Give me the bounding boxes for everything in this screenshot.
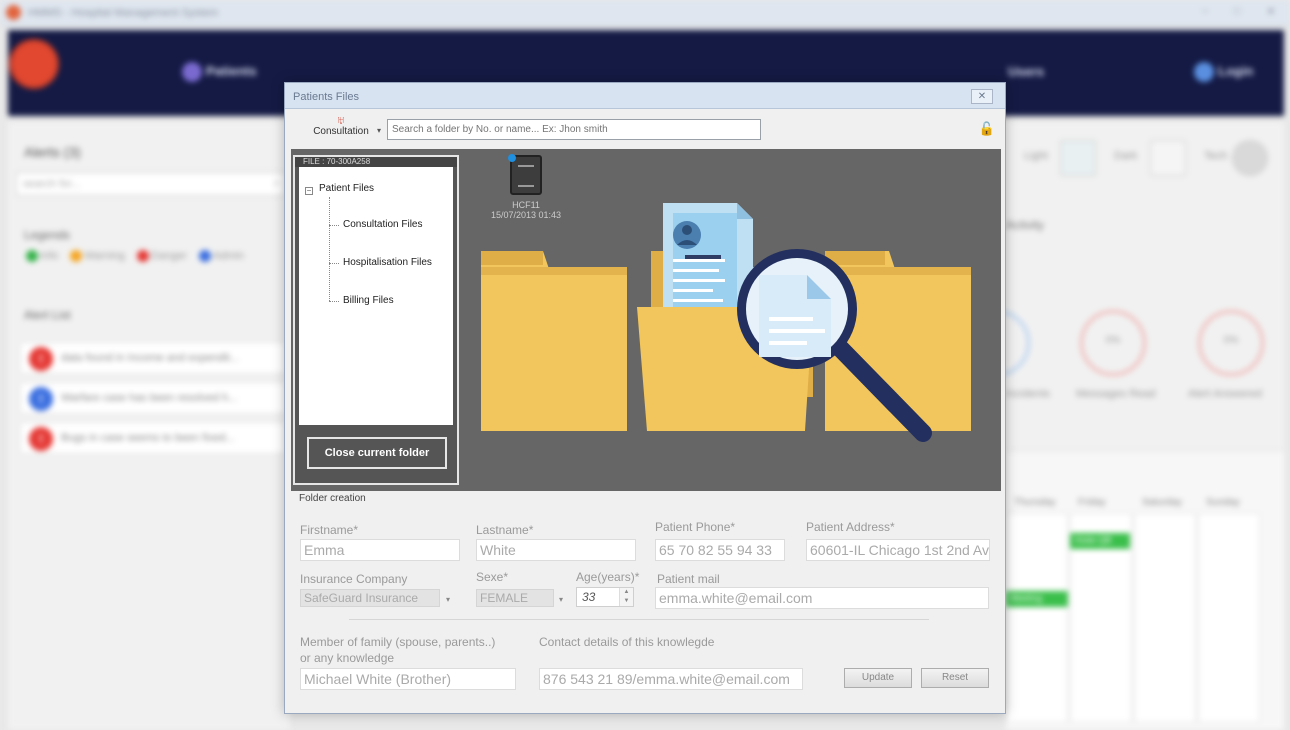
search-icon: ⌕ [273,177,280,189]
chevron-down-icon: ▾ [376,126,381,135]
tree-node-patient-files[interactable]: Patient Files [319,183,374,194]
calendar-event[interactable]: Visite QB [1070,533,1130,549]
login-icon [1194,62,1214,82]
app-titlebar: HMMS - Hospital Management System – □ ✕ [0,0,1290,26]
tree-node-billing-files[interactable]: Billing Files [343,295,394,306]
stat-label: Messages Read [1076,388,1156,400]
maximize-icon[interactable]: □ [1228,5,1246,19]
sex-label: Sexe* [476,570,509,584]
legends-title: Legends [24,228,71,242]
calendar-event[interactable]: Meeting [1006,591,1068,607]
calendar-day[interactable] [1006,513,1068,723]
age-label: Age(years)* [576,570,640,584]
gear-icon [1232,140,1268,176]
alerts-search-input[interactable]: search for... ⌕ [16,172,286,196]
lastname-field[interactable]: White [476,539,636,561]
alert-item[interactable]: ! Bugs in case seems to been fixed... [20,422,286,454]
firstname-label: Firstname* [300,523,359,537]
collapse-icon[interactable]: − [305,187,313,195]
app-logo-icon [6,5,21,20]
close-icon[interactable]: ✕ [1262,5,1280,19]
stepper-arrows-icon[interactable]: ▲ ▼ [619,588,633,606]
stat-label: Incidents [1006,388,1051,400]
alert-danger-icon: ! [29,427,53,451]
phone-field[interactable]: 65 70 82 55 94 33 [655,539,785,561]
stat-ring-alerts: 0% [1198,310,1264,376]
lock-icon[interactable]: 🔓 [979,121,995,137]
mail-label: Patient mail [657,572,720,586]
alert-item[interactable]: ! Warfare case has been resolved h... [20,382,286,414]
app-title: HMMS - Hospital Management System [28,7,219,19]
alerts-panel: Alerts (3) search for... ⌕ Legends Info … [8,122,290,730]
folder-browser: FILE : 70-300A258 − Patient Files Consul… [291,149,1001,491]
dialog-toolbar: ♅ Consultation ▾ 🔓 [285,111,1005,145]
theme-dark-icon [1150,140,1186,176]
alert-admin-icon: ! [29,387,53,411]
phone-label: Patient Phone* [655,520,736,534]
hospital-logo [12,42,56,86]
update-button[interactable]: Update [844,668,912,688]
reset-button[interactable]: Reset [921,668,989,688]
folder-tree-panel: FILE : 70-300A258 − Patient Files Consul… [293,155,459,485]
legend-warning: Warning [70,250,125,263]
legend-admin: Admin [199,250,244,263]
consultation-icon: ♅ [336,113,346,127]
insurance-select[interactable]: SafeGuard Insurance [300,589,440,607]
tree-node-consultation-files[interactable]: Consultation Files [343,219,422,230]
alert-item[interactable]: ! data found in Income and expendit... [20,342,286,374]
chevron-down-icon[interactable]: ▾ [446,595,450,604]
age-stepper[interactable]: 33 ▲ ▼ [576,587,634,607]
nav-patients[interactable]: Patients [182,62,257,82]
address-label: Patient Address* [806,520,895,534]
calendar: Thursday Friday Saturday Sunday Meeting … [1006,450,1284,730]
nav-login[interactable]: Login [1194,62,1253,82]
dialog-close-button[interactable]: ✕ [971,89,993,104]
firstname-field[interactable]: Emma [300,539,460,561]
folder-tree-header: FILE : 70-300A258 [295,157,457,167]
dialog-titlebar: Patients Files ✕ [285,83,1005,109]
insurance-label: Insurance Company [300,572,408,586]
folders-search-illustration [481,203,971,442]
chevron-down-icon[interactable]: ▾ [559,595,563,604]
theme-light-icon [1060,140,1096,176]
family-label: Member of family (spouse, parents..) [300,635,496,649]
stat-label: Alert Answered [1188,388,1262,400]
theme-tech-button[interactable]: Tech [1204,134,1278,182]
patients-icon [182,62,202,82]
patients-files-dialog: Patients Files ✕ ♅ Consultation ▾ 🔓 FILE… [284,82,1006,714]
theme-light-button[interactable]: Light [1024,134,1106,182]
family-label-secondary: or any knowledge [300,651,395,665]
document-icon [508,154,542,195]
contact-label: Contact details of this knowlegde [539,635,715,649]
address-field[interactable]: 60601-IL Chicago 1st 2nd Av [806,539,990,561]
folder-creation-label: Folder creation [299,493,366,504]
alerts-title: Alerts (3) [24,144,81,160]
tree-node-hospitalisation-files[interactable]: Hospitalisation Files [343,257,432,268]
legend-info: Info [26,250,58,263]
legend-danger: Danger [136,250,187,263]
alert-list-title: Alert List [24,308,71,322]
calendar-day[interactable] [1134,513,1196,723]
alert-danger-icon: ! [29,347,53,371]
calendar-day[interactable] [1198,513,1260,723]
form-divider [349,619,929,620]
theme-dark-button[interactable]: Dark [1114,134,1196,182]
dashboard-panel: Light Dark Tech Activity Incidents 0% Me… [964,122,1284,730]
stat-ring-messages: 0% [1080,310,1146,376]
family-member-field[interactable]: Michael White (Brother) [300,668,516,690]
sex-select[interactable]: FEMALE [476,589,554,607]
nav-users[interactable]: Users [1008,64,1044,79]
close-current-folder-button[interactable]: Close current folder [307,437,447,469]
consultation-dropdown[interactable]: ♅ Consultation ▾ [301,114,381,144]
folder-tree: − Patient Files Consultation Files Hospi… [299,167,453,425]
contact-details-field[interactable]: 876 543 21 89/emma.white@email.com [539,668,803,690]
activity-title: Activity [1006,218,1045,232]
mail-field[interactable]: emma.white@email.com [655,587,989,609]
lastname-label: Lastname* [476,523,534,537]
folder-search-input[interactable] [387,119,761,140]
minimize-icon[interactable]: – [1196,5,1214,19]
legend-row: Info Warning Danger Admin [26,250,244,263]
dialog-title: Patients Files [293,91,360,103]
